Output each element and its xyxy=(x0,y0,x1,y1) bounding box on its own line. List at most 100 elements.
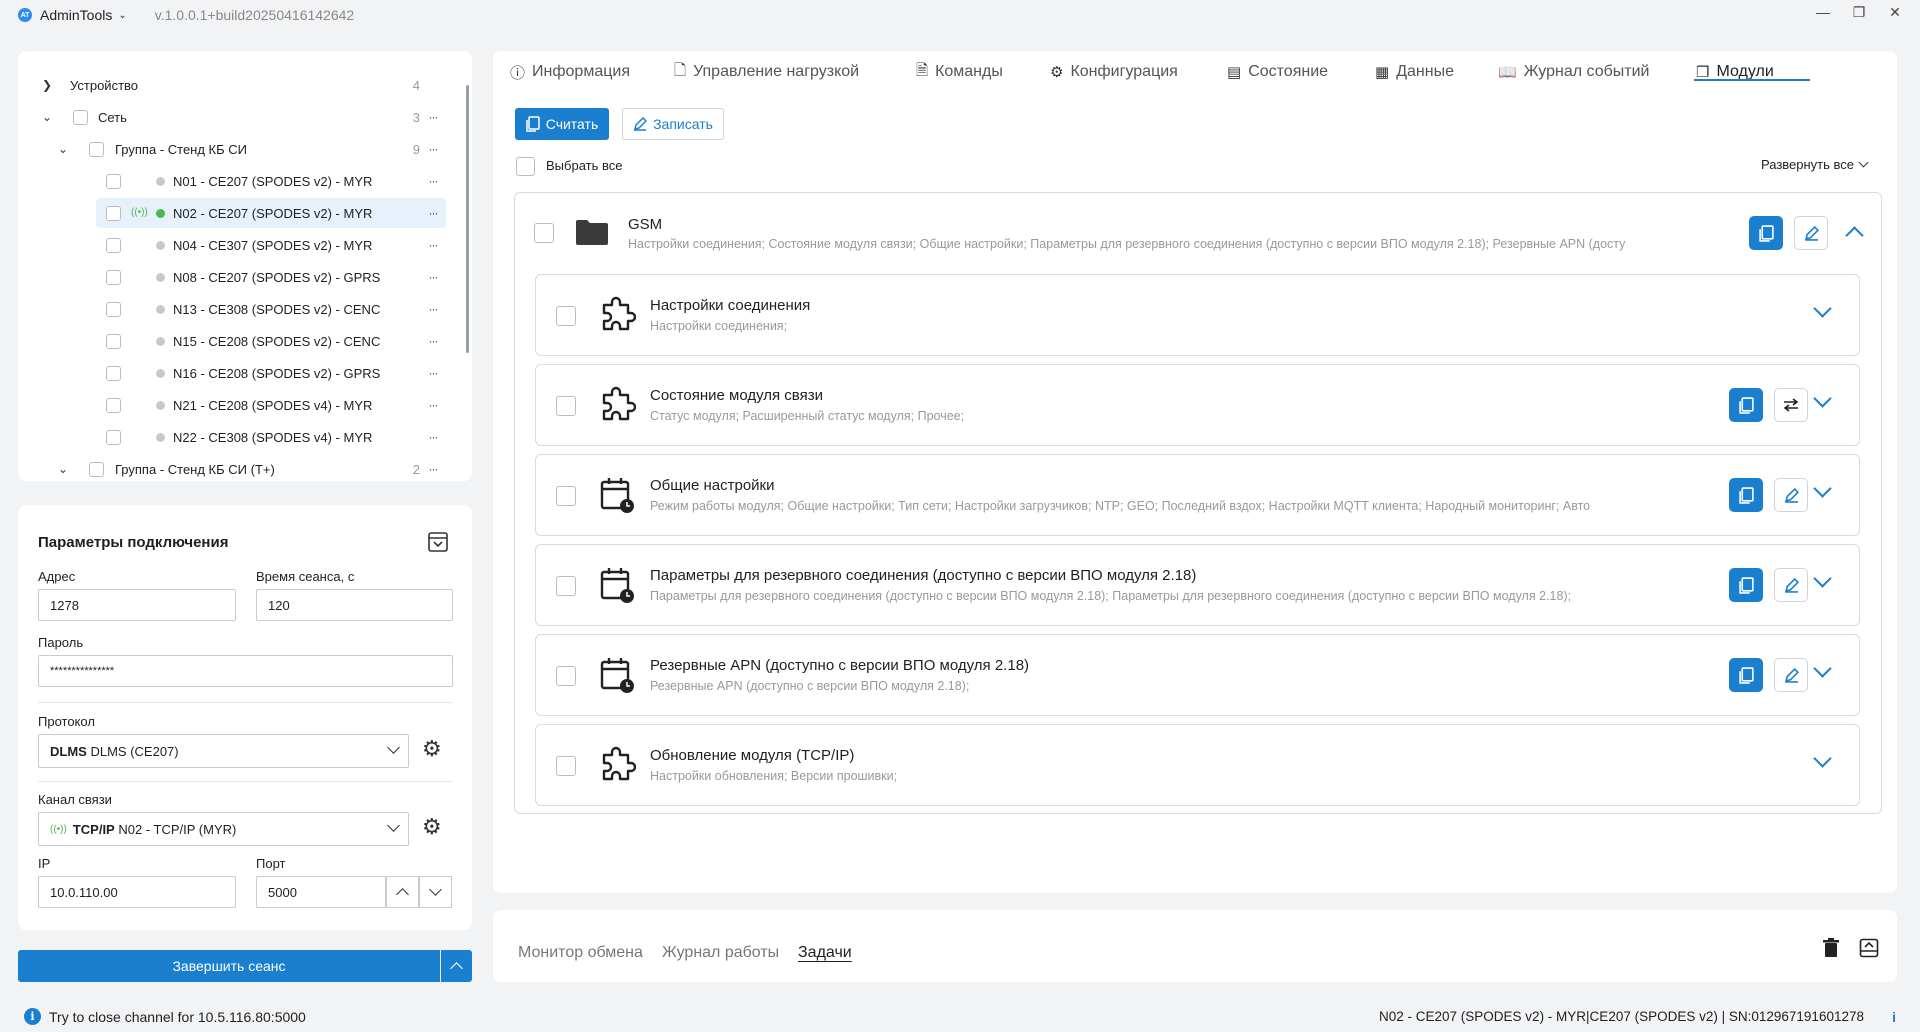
tab-event-journal[interactable]: 📖 Журнал событий xyxy=(1498,57,1649,87)
tab-commands[interactable]: 🗎 Команды xyxy=(916,57,1003,87)
app-name[interactable]: AdminTools xyxy=(40,7,112,23)
gsm-read-button[interactable] xyxy=(1749,216,1783,250)
module-read-button[interactable] xyxy=(1729,388,1763,422)
tree-item-network[interactable]: ⌄ Сеть 3 ··· xyxy=(18,102,472,132)
channel-select[interactable]: ((•)) TCP/IP N02 - TCP/IP (MYR) xyxy=(38,812,409,846)
module-read-button[interactable] xyxy=(1729,568,1763,602)
tree-item-device-n15[interactable]: N15 - CE208 (SPODES v2) - CENC ··· xyxy=(18,326,472,356)
expand-chevron-down-icon[interactable] xyxy=(1813,299,1832,318)
tree-item-group-tplus[interactable]: ⌄ Группа - Стенд КБ СИ (Т+) 2 ··· xyxy=(18,454,472,481)
more-icon[interactable]: ··· xyxy=(422,462,444,476)
tree-checkbox[interactable] xyxy=(106,302,121,317)
tree-checkbox[interactable] xyxy=(106,206,121,221)
end-session-button[interactable]: Завершить сеанс xyxy=(18,950,440,982)
info-button-icon[interactable]: i xyxy=(1892,1009,1896,1025)
more-icon[interactable]: ··· xyxy=(422,270,444,284)
close-icon[interactable]: ✕ xyxy=(1886,4,1904,21)
more-icon[interactable]: ··· xyxy=(422,334,444,348)
expand-chevron-down-icon[interactable] xyxy=(1813,749,1832,768)
restore-icon[interactable]: ❐ xyxy=(1850,4,1868,21)
module-checkbox[interactable] xyxy=(556,666,576,686)
module-write-button[interactable] xyxy=(1774,478,1808,512)
chevron-down-icon[interactable]: ⌄ xyxy=(56,142,70,156)
expand-chevron-down-icon[interactable] xyxy=(1813,389,1832,408)
write-button[interactable]: Записать xyxy=(622,108,724,140)
tab-configuration[interactable]: ⚙ Конфигурация xyxy=(1050,57,1178,87)
tree-checkbox[interactable] xyxy=(106,238,121,253)
module-checkbox[interactable] xyxy=(556,576,576,596)
expand-chevron-down-icon[interactable] xyxy=(1813,479,1832,498)
session-time-field[interactable]: 120 xyxy=(256,589,453,621)
chevron-right-icon[interactable]: ❯ xyxy=(40,78,54,92)
more-icon[interactable]: ··· xyxy=(422,110,444,124)
chevron-down-icon[interactable]: ⌄ xyxy=(56,462,70,476)
end-session-menu-button[interactable] xyxy=(441,950,472,982)
tree-checkbox[interactable] xyxy=(106,430,121,445)
collapse-panel-icon[interactable] xyxy=(427,531,449,553)
minimize-icon[interactable]: — xyxy=(1814,4,1832,21)
tree-checkbox[interactable] xyxy=(106,174,121,189)
tab-info[interactable]: ⓘ Информация xyxy=(510,57,630,87)
tab-work-log[interactable]: Журнал работы xyxy=(662,944,779,962)
module-read-button[interactable] xyxy=(1729,658,1763,692)
module-checkbox[interactable] xyxy=(556,486,576,506)
tab-exchange-monitor[interactable]: Монитор обмена xyxy=(518,944,643,962)
tree-checkbox[interactable] xyxy=(106,334,121,349)
expand-chevron-down-icon[interactable] xyxy=(1813,659,1832,678)
more-icon[interactable]: ··· xyxy=(422,206,444,220)
module-checkbox[interactable] xyxy=(556,756,576,776)
module-exchange-button[interactable] xyxy=(1774,388,1808,422)
module-checkbox[interactable] xyxy=(556,306,576,326)
expand-panel-icon[interactable] xyxy=(1859,938,1879,958)
expand-chevron-down-icon[interactable] xyxy=(1813,569,1832,588)
tab-modules[interactable]: ❒ Модули xyxy=(1696,57,1774,87)
tree-item-device-n22[interactable]: N22 - CE308 (SPODES v4) - MYR ··· xyxy=(18,422,472,452)
module-write-button[interactable] xyxy=(1774,658,1808,692)
expand-all-button[interactable]: Развернуть все xyxy=(1761,157,1869,172)
tree-checkbox[interactable] xyxy=(106,366,121,381)
tab-tasks[interactable]: Задачи xyxy=(798,944,852,962)
tree-scrollbar[interactable] xyxy=(466,85,469,353)
more-icon[interactable]: ··· xyxy=(422,302,444,316)
tree-item-device[interactable]: ❯ Устройство 4 xyxy=(18,70,472,100)
module-checkbox[interactable] xyxy=(556,396,576,416)
tree-checkbox[interactable] xyxy=(89,142,104,157)
tree-item-device-n13[interactable]: N13 - CE308 (SPODES v2) - CENC ··· xyxy=(18,294,472,324)
tree-item-device-n16[interactable]: N16 - CE208 (SPODES v2) - GPRS ··· xyxy=(18,358,472,388)
more-icon[interactable]: ··· xyxy=(422,430,444,444)
chevron-down-icon[interactable]: ⌄ xyxy=(118,10,126,21)
tree-checkbox[interactable] xyxy=(106,398,121,413)
read-button[interactable]: Считать xyxy=(515,108,609,140)
tree-checkbox[interactable] xyxy=(89,462,104,477)
more-icon[interactable]: ··· xyxy=(422,398,444,412)
tree-item-device-n02[interactable]: ((•)) N02 - CE207 (SPODES v2) - MYR ··· xyxy=(18,198,472,228)
more-icon[interactable]: ··· xyxy=(422,142,444,156)
gsm-checkbox[interactable] xyxy=(534,223,554,243)
more-icon[interactable]: ··· xyxy=(422,366,444,380)
port-increment-button[interactable] xyxy=(386,876,419,908)
tree-item-device-n01[interactable]: N01 - CE207 (SPODES v2) - MYR ··· xyxy=(18,166,472,196)
chevron-down-icon[interactable]: ⌄ xyxy=(40,110,54,124)
tree-item-device-n08[interactable]: N08 - CE207 (SPODES v2) - GPRS ··· xyxy=(18,262,472,292)
more-icon[interactable]: ··· xyxy=(422,238,444,252)
module-read-button[interactable] xyxy=(1729,478,1763,512)
tree-item-device-n04[interactable]: N04 - CE307 (SPODES v2) - MYR ··· xyxy=(18,230,472,260)
tree-item-group[interactable]: ⌄ Группа - Стенд КБ СИ 9 ··· xyxy=(18,134,472,164)
channel-settings-gear-icon[interactable]: ⚙ xyxy=(422,814,442,840)
tab-state[interactable]: ▤ Состояние xyxy=(1227,57,1328,87)
gsm-write-button[interactable] xyxy=(1794,216,1828,250)
protocol-settings-gear-icon[interactable]: ⚙ xyxy=(422,736,442,762)
tree-checkbox[interactable] xyxy=(73,110,88,125)
protocol-select[interactable]: DLMS DLMS (CE207) xyxy=(38,734,409,768)
tab-load-control[interactable]: 🗋 Управление нагрузкой xyxy=(674,57,859,87)
trash-icon[interactable] xyxy=(1822,938,1840,958)
tree-checkbox[interactable] xyxy=(106,270,121,285)
more-icon[interactable]: ··· xyxy=(422,174,444,188)
module-write-button[interactable] xyxy=(1774,568,1808,602)
address-field[interactable]: 1278 xyxy=(38,589,236,621)
select-all-checkbox[interactable] xyxy=(516,157,535,176)
password-field[interactable]: *************** xyxy=(38,655,453,687)
tab-data[interactable]: ▦ Данные xyxy=(1375,57,1454,87)
tree-item-device-n21[interactable]: N21 - CE208 (SPODES v4) - MYR ··· xyxy=(18,390,472,420)
port-decrement-button[interactable] xyxy=(419,876,452,908)
